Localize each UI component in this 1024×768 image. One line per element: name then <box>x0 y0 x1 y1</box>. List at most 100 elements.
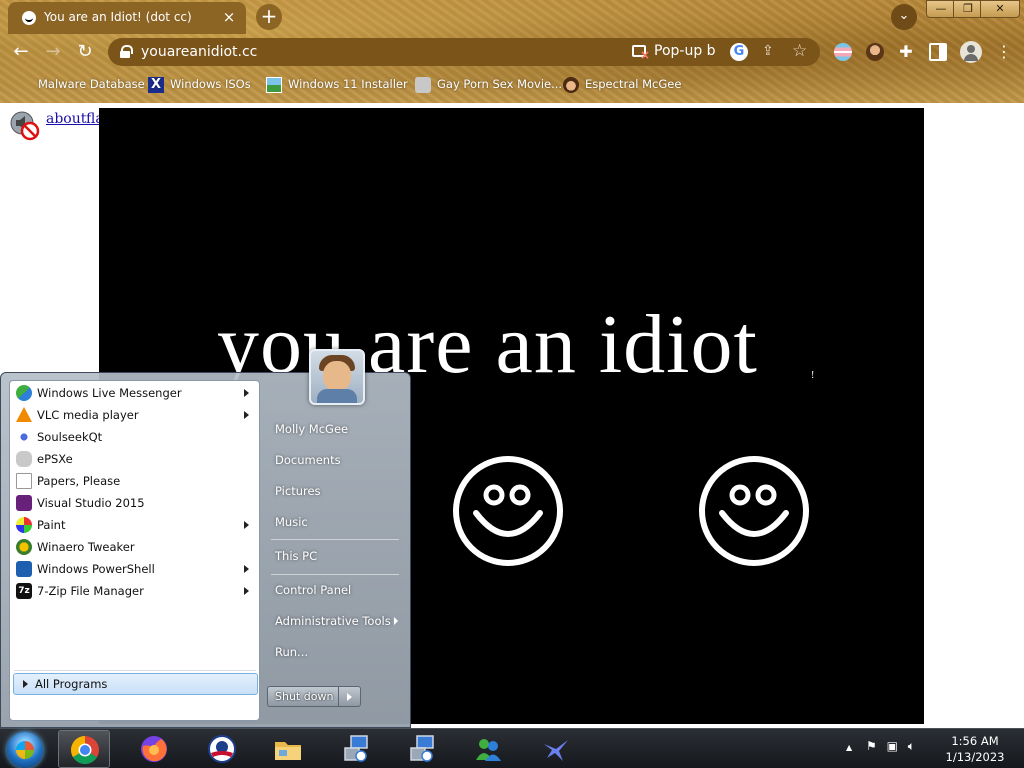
taskbar-messenger[interactable] <box>462 730 514 768</box>
action-center-flag-icon[interactable]: ⚑ <box>866 739 877 753</box>
program-item[interactable]: VLC media player <box>12 404 257 426</box>
shutdown-button[interactable]: Shut down <box>267 686 339 707</box>
program-item[interactable]: ePSXe <box>12 448 257 470</box>
bookmark-item[interactable]: Malware Database <box>38 76 145 96</box>
submenu-arrow-icon <box>244 565 249 573</box>
bookmark-item[interactable]: Espectral McGee <box>563 76 681 96</box>
all-programs-button[interactable]: All Programs <box>13 673 258 695</box>
start-button-windows-icon[interactable] <box>7 732 43 768</box>
side-panel-icon[interactable] <box>929 43 947 61</box>
tab-title: You are an Idiot! (dot cc) <box>44 10 192 24</box>
program-item[interactable]: Winaero Tweaker <box>12 536 257 558</box>
submenu-arrow-icon <box>244 587 249 595</box>
volume-icon[interactable]: 🔈︎ <box>908 739 915 753</box>
start-pictures[interactable]: Pictures <box>267 479 404 503</box>
window-maximize-button[interactable]: ❐ <box>953 0 983 18</box>
bookmark-item[interactable]: Windows 11 Installer <box>266 76 408 96</box>
reload-icon[interactable]: ↻ <box>74 42 96 62</box>
bookmark-item[interactable]: X Windows ISOs <box>148 76 251 96</box>
start-user-name[interactable]: Molly McGee <box>267 417 404 441</box>
tab-close-icon[interactable]: × <box>220 8 238 26</box>
start-music[interactable]: Music <box>267 510 404 534</box>
winaero-icon <box>16 539 32 555</box>
program-item[interactable]: Windows Live Messenger <box>12 382 257 404</box>
user-avatar[interactable] <box>309 349 365 405</box>
folder-icon <box>275 742 301 760</box>
taskbar-setup-app[interactable] <box>330 730 382 768</box>
menu-separator <box>271 539 399 540</box>
start-menu: Windows Live Messenger VLC media player … <box>0 349 411 728</box>
url-text[interactable]: youareanidiot.cc <box>141 44 257 60</box>
cube-icon <box>415 76 431 93</box>
sound-muted-icon[interactable] <box>8 109 40 141</box>
extensions-puzzle-icon[interactable]: ✚ <box>897 43 915 61</box>
messenger-icon <box>16 385 32 401</box>
bookmark-item[interactable]: Gay Porn Sex Movie... <box>415 76 562 96</box>
bookmark-star-icon[interactable]: ☆ <box>792 41 807 61</box>
tab-active[interactable]: You are an Idiot! (dot cc) × <box>8 2 246 34</box>
start-documents[interactable]: Documents <box>267 448 404 472</box>
program-item[interactable]: 7z 7-Zip File Manager <box>12 580 257 602</box>
start-run[interactable]: Run... <box>267 640 404 664</box>
tray-chevron-icon[interactable]: ▲ <box>846 743 852 752</box>
smiley-favicon-icon <box>22 11 36 25</box>
submenu-arrow-icon <box>394 617 398 625</box>
program-item[interactable]: Windows PowerShell <box>12 558 257 580</box>
headline-mark: ! <box>811 370 815 381</box>
smiley-face-icon <box>453 456 563 566</box>
tab-search-chevron-icon[interactable]: ⌄ <box>891 4 917 30</box>
taskbar: ▲ ⚑ ▣ 🔈︎ 1:56 AM 1/13/2023 <box>0 728 1024 768</box>
image-icon <box>266 76 282 93</box>
bookmarks-bar: Malware Database X Windows ISOs Windows 1… <box>0 72 1024 98</box>
browser-menu-icon[interactable]: ⋮ <box>996 42 1012 62</box>
menu-separator <box>271 574 399 575</box>
firefox-icon <box>141 736 167 762</box>
program-item[interactable]: Paint <box>12 514 257 536</box>
address-bar[interactable]: youareanidiot.cc Pop-up bl G ⇪ ☆ <box>108 38 820 66</box>
document-icon <box>16 473 32 489</box>
extension-flag-icon[interactable] <box>834 43 852 61</box>
soulseek-bird-icon <box>544 740 568 761</box>
visual-studio-icon <box>16 495 32 511</box>
program-item[interactable]: Papers, Please <box>12 470 257 492</box>
network-icon[interactable]: ▣ <box>887 739 898 753</box>
share-icon[interactable]: ⇪ <box>762 43 774 59</box>
smiley-face-icon <box>699 456 809 566</box>
google-lens-icon[interactable]: G <box>730 43 748 61</box>
forward-arrow-icon[interactable]: → <box>42 42 64 62</box>
obama-logo-icon <box>208 735 236 763</box>
extension-avatar-icon[interactable] <box>866 43 884 61</box>
shutdown-options-arrow-icon[interactable] <box>339 686 361 707</box>
taskbar-obama-app[interactable] <box>196 730 248 768</box>
computer-setup-icon <box>410 735 434 762</box>
taskbar-firefox[interactable] <box>128 730 180 768</box>
window-close-button[interactable]: ✕ <box>980 0 1020 18</box>
program-item[interactable]: SoulseekQt <box>12 426 257 448</box>
browser-chrome: You are an Idiot! (dot cc) × + ⌄ — ❐ ✕ ←… <box>0 0 1024 103</box>
taskbar-setup-app-2[interactable] <box>396 730 448 768</box>
window-minimize-button[interactable]: — <box>926 0 956 18</box>
back-arrow-icon[interactable]: ← <box>10 42 32 62</box>
lock-icon[interactable] <box>120 45 133 58</box>
start-administrative-tools[interactable]: Administrative Tools <box>267 609 404 633</box>
start-this-pc[interactable]: This PC <box>267 544 404 568</box>
profile-icon[interactable] <box>960 41 982 63</box>
taskbar-file-explorer[interactable] <box>262 730 314 768</box>
taskbar-chrome[interactable] <box>58 730 110 768</box>
computer-setup-icon <box>344 735 368 762</box>
powershell-icon <box>16 561 32 577</box>
paint-palette-icon <box>16 517 32 533</box>
start-menu-programs: Windows Live Messenger VLC media player … <box>9 380 260 721</box>
chrome-icon <box>71 736 99 764</box>
popup-blocked-icon[interactable] <box>632 45 650 62</box>
character-face-icon <box>563 76 579 93</box>
popup-blocked-label[interactable]: Pop-up bl <box>654 43 716 59</box>
program-item[interactable]: Visual Studio 2015 <box>12 492 257 514</box>
submenu-arrow-icon <box>244 389 249 397</box>
menu-separator <box>14 670 256 671</box>
about-link[interactable]: about <box>46 111 86 127</box>
new-tab-button[interactable]: + <box>256 4 282 30</box>
taskbar-soulseek[interactable] <box>530 730 582 768</box>
start-control-panel[interactable]: Control Panel <box>267 578 404 602</box>
clock[interactable]: 1:56 AM 1/13/2023 <box>940 733 1010 765</box>
